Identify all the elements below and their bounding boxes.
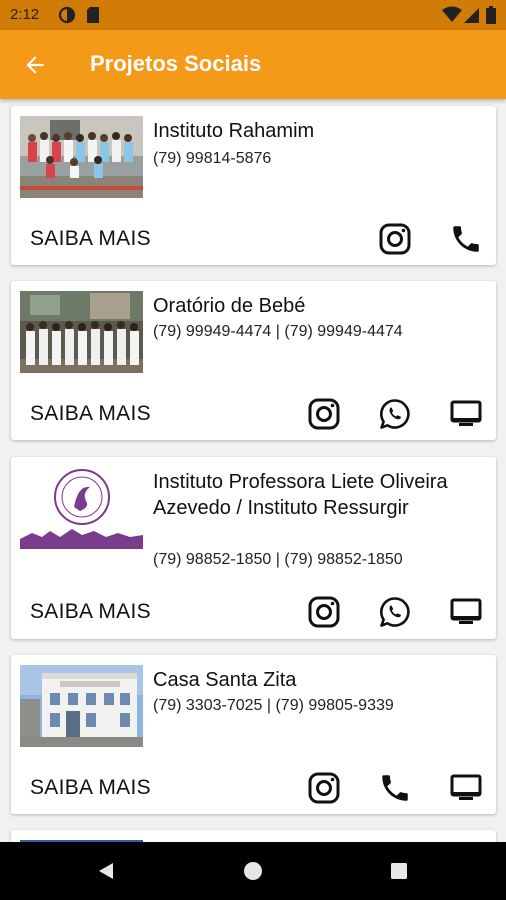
- whatsapp-icon: [379, 399, 410, 429]
- whatsapp-icon: [379, 597, 410, 627]
- website-button[interactable]: [449, 771, 483, 805]
- project-card[interactable]: Oratório de Bebé (79) 99949-4474 | (79) …: [11, 281, 496, 440]
- instagram-icon: [308, 772, 340, 804]
- monitor-icon: [450, 400, 482, 426]
- website-button[interactable]: [449, 595, 483, 629]
- project-phone: (79) 99949-4474 | (79) 99949-4474: [153, 323, 403, 340]
- nav-home-button[interactable]: [243, 861, 263, 881]
- projects-list[interactable]: Instituto Rahamim (79) 99814-5876 SAIBA …: [0, 99, 506, 842]
- instagram-button[interactable]: [307, 595, 341, 629]
- nav-recents-button[interactable]: [390, 862, 408, 880]
- data-saver-icon: [58, 6, 76, 24]
- instagram-button[interactable]: [307, 771, 341, 805]
- saiba-mais-button[interactable]: SAIBA MAIS: [30, 227, 151, 251]
- project-name: Instituto Professora Liete Oliveira Azev…: [153, 471, 448, 519]
- sd-card-icon: [87, 7, 99, 23]
- phone-icon: [382, 775, 408, 801]
- project-name: Instituto Rahamim: [153, 120, 315, 142]
- page-title: Projetos Sociais: [90, 51, 262, 76]
- status-time: 2:12: [10, 6, 40, 23]
- project-name: Casa Santa Zita: [153, 669, 297, 691]
- phone-icon: [453, 226, 479, 252]
- nav-back-button[interactable]: [96, 861, 116, 881]
- project-phone: (79) 99814-5876: [153, 150, 272, 167]
- whatsapp-button[interactable]: [378, 595, 412, 629]
- back-button[interactable]: [22, 52, 48, 78]
- project-phone: (79) 98852-1850 | (79) 98852-1850: [153, 551, 403, 568]
- call-button[interactable]: [449, 222, 483, 256]
- whatsapp-button[interactable]: [378, 397, 412, 431]
- project-logo: [20, 467, 143, 549]
- instagram-icon: [379, 223, 411, 255]
- project-phone: (79) 3303-7025 | (79) 99805-9339: [153, 697, 394, 714]
- instagram-button[interactable]: [307, 397, 341, 431]
- project-photo: [20, 116, 143, 198]
- monitor-icon: [450, 774, 482, 800]
- wifi-icon: [442, 6, 462, 22]
- project-name: Oratório de Bebé: [153, 295, 306, 317]
- saiba-mais-button[interactable]: SAIBA MAIS: [30, 776, 151, 800]
- project-card[interactable]: Instituto Rahamim (79) 99814-5876 SAIBA …: [11, 106, 496, 265]
- project-card[interactable]: Casa Santa Zita (79) 3303-7025 | (79) 99…: [11, 655, 496, 814]
- signal-icon: [464, 8, 479, 23]
- project-photo: [20, 291, 143, 373]
- call-button[interactable]: [378, 771, 412, 805]
- instagram-button[interactable]: [378, 222, 412, 256]
- monitor-icon: [450, 598, 482, 624]
- project-card[interactable]: Instituto Professora Liete Oliveira Azev…: [11, 457, 496, 639]
- project-photo: [20, 665, 143, 747]
- instagram-icon: [308, 398, 340, 430]
- instagram-icon: [308, 596, 340, 628]
- app-bar: Projetos Sociais: [0, 30, 506, 99]
- saiba-mais-button[interactable]: SAIBA MAIS: [30, 402, 151, 426]
- saiba-mais-button[interactable]: SAIBA MAIS: [30, 600, 151, 624]
- website-button[interactable]: [449, 397, 483, 431]
- battery-icon: [486, 6, 496, 24]
- system-nav-bar: [0, 842, 506, 900]
- status-bar: 2:12: [0, 0, 506, 30]
- project-card[interactable]: [11, 830, 496, 842]
